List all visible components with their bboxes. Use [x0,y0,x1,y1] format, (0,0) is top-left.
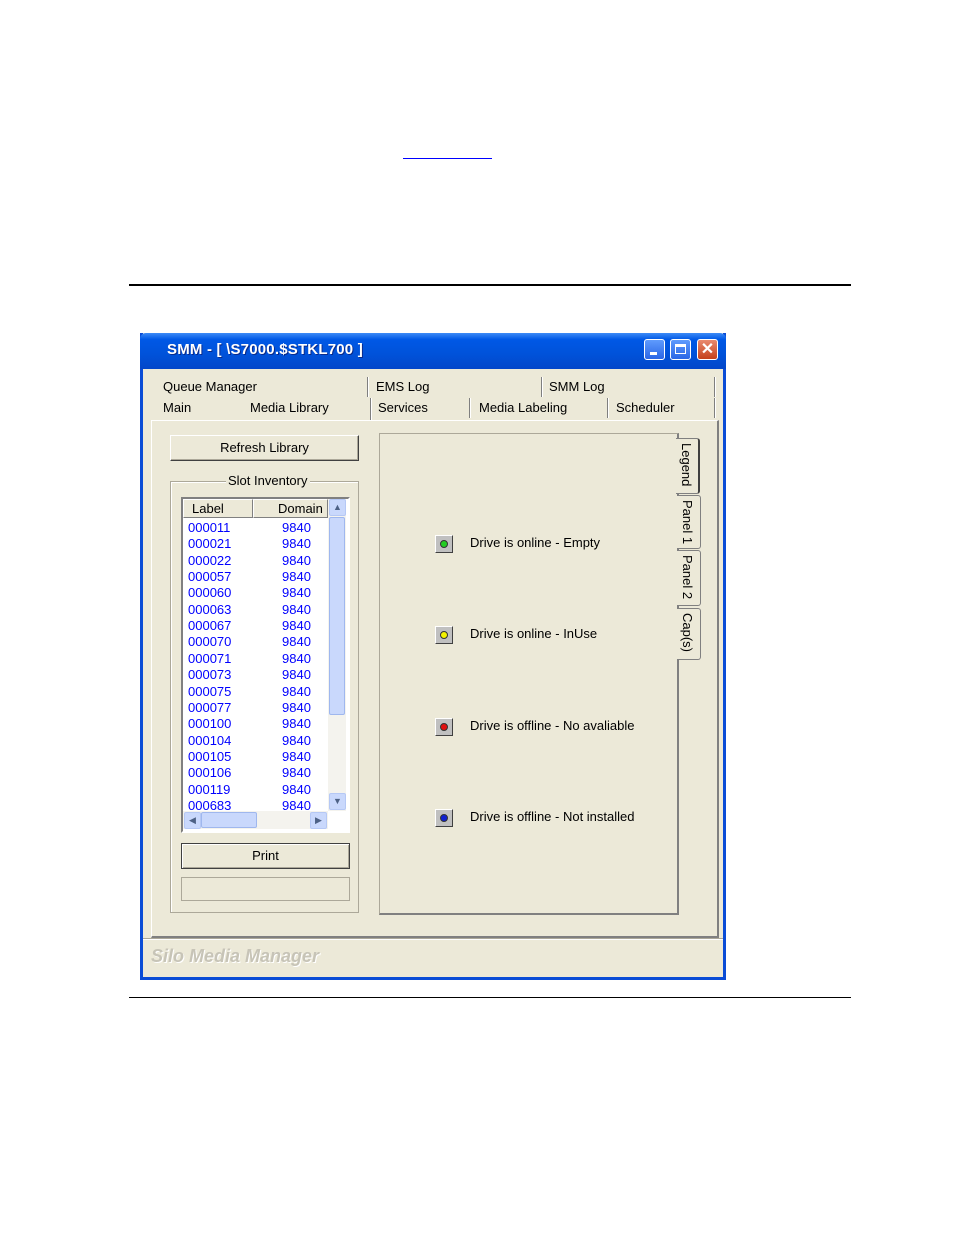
slot-domain: 9840 [282,585,311,601]
status-field [181,877,350,901]
slot-label: 000011 [188,520,231,535]
tab-ems-log[interactable]: EMS Log [372,377,542,397]
refresh-library-button[interactable]: Refresh Library [170,435,359,461]
slot-domain: 9840 [282,667,311,683]
slot-label: 000106 [188,765,232,781]
slot-label: 000119 [188,781,231,797]
legend-panel [379,433,679,915]
tab-legend[interactable]: Legend [676,438,700,494]
slot-domain: 9840 [282,716,311,732]
slot-inventory-list[interactable]: Label Domain 000011 9840 000021 9840 000022 9… [181,497,350,833]
slot-label: 000057 [188,569,232,585]
slot-domain: 9840 [282,683,311,699]
slot-domain: 9840 [282,781,311,797]
divider-bottom [129,997,851,998]
document-link[interactable] [403,140,492,159]
vertical-scrollbar[interactable]: ▲ ▼ [328,499,346,811]
column-header-label[interactable]: Label [183,499,253,518]
slot-label: 000073 [188,667,232,683]
tab-media-library[interactable]: Media Library [246,398,371,420]
tab-smm-log[interactable]: SMM Log [545,377,715,397]
slot-label: 000104 [188,732,232,748]
slot-label: 000021 [188,536,232,552]
tab-panel-1[interactable]: Panel 1 [677,495,701,549]
column-header-domain[interactable]: Domain [253,499,328,518]
tab-queue-manager[interactable]: Queue Manager [159,377,368,397]
slot-label: 000105 [188,748,232,764]
slot-label: 000100 [188,716,232,732]
maximize-button[interactable] [670,339,691,360]
slot-domain: 9840 [282,569,311,585]
title-bar[interactable]: SMM - [ \S7000.$STKL700 ] ✕ [140,333,726,369]
scroll-right-icon[interactable]: ▶ [310,812,327,829]
slot-domain: 9840 [282,748,311,764]
minimize-button[interactable] [644,339,665,360]
slot-domain: 9840 [282,536,311,552]
status-indicator-icon [435,626,453,644]
tab-caps[interactable]: Cap(s) [677,608,701,660]
slot-label: 000070 [188,634,232,650]
slot-domain: 9840 [282,650,311,666]
slot-label: 000077 [188,699,232,715]
horizontal-scroll-thumb[interactable] [201,812,257,828]
slot-label: 000063 [188,601,232,617]
tab-main[interactable]: Main [159,398,239,418]
scroll-down-icon[interactable]: ▼ [329,793,346,810]
close-icon: ✕ [700,341,715,358]
slot-domain: 9840 [282,732,311,748]
slot-label: 000060 [188,585,232,601]
status-indicator-icon [435,718,453,736]
slot-domain: 9840 [282,699,311,715]
status-indicator-icon [435,809,453,827]
tab-panel-2[interactable]: Panel 2 [677,550,701,606]
slot-domain: 9840 [282,765,311,781]
status-bar-divider [143,938,723,939]
slot-domain: 9840 [282,634,311,650]
slot-domain: 9840 [282,520,311,535]
slot-inventory-title: Slot Inventory [226,473,310,488]
smm-window: SMM - [ \S7000.$STKL700 ] ✕ Queue Manage… [140,333,726,980]
tab-scheduler[interactable]: Scheduler [612,398,715,418]
print-button[interactable]: Print [181,843,350,869]
slot-domain: 9840 [282,618,311,634]
slot-label: 000022 [188,552,232,568]
slot-label: 000071 [188,650,232,666]
scroll-left-icon[interactable]: ◀ [184,812,201,829]
status-indicator-icon [435,535,453,553]
tab-media-labeling[interactable]: Media Labeling [475,398,608,418]
app-name: Silo Media Manager [151,946,320,966]
scroll-up-icon[interactable]: ▲ [329,499,346,516]
horizontal-scrollbar[interactable]: ◀ ▶ [183,811,328,829]
vertical-scroll-thumb[interactable] [329,517,345,715]
close-button[interactable]: ✕ [697,339,718,360]
slot-label: 000067 [188,618,232,634]
window-title: SMM - [ \S7000.$STKL700 ] [167,341,363,358]
divider-top [129,284,851,286]
slot-domain: 9840 [282,552,311,568]
slot-domain: 9840 [282,601,311,617]
slot-label: 000075 [188,683,232,699]
tab-services[interactable]: Services [374,398,470,418]
